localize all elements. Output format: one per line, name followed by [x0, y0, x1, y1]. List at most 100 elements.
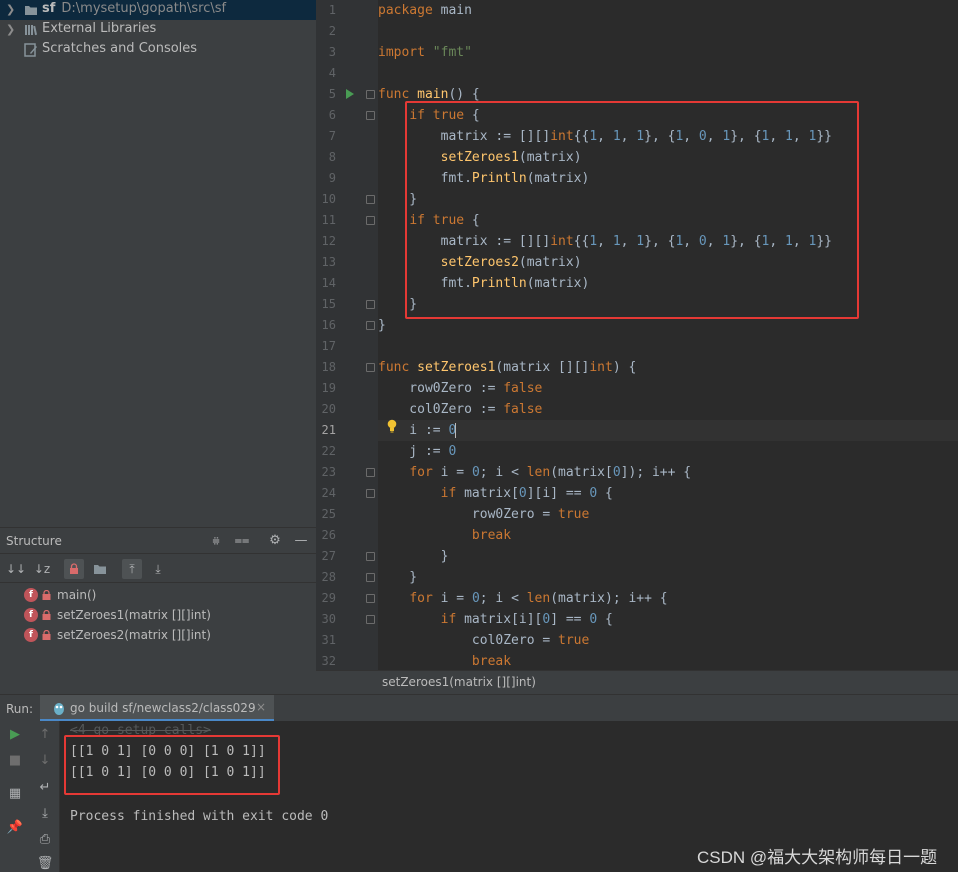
code-line[interactable]: if matrix[0][i] == 0 { [378, 483, 958, 504]
fold-icon[interactable] [366, 489, 375, 498]
soft-wrap-icon[interactable]: ↵ [36, 779, 54, 797]
layout-icon[interactable]: ▦ [6, 785, 24, 803]
code-line[interactable]: matrix := [][]int{{1, 1, 1}, {1, 0, 1}, … [378, 126, 958, 147]
code-line[interactable]: func setZeroes1(matrix [][]int) { [378, 357, 958, 378]
lock-icon [42, 630, 51, 640]
code-line[interactable]: setZeroes1(matrix) [378, 147, 958, 168]
code-line[interactable]: setZeroes2(matrix) [378, 252, 958, 273]
structure-toolbar: ↓↓ ↓z ⤒ ⤓ [0, 555, 316, 583]
show-fields-icon[interactable] [90, 559, 110, 579]
fold-icon[interactable] [366, 573, 375, 582]
code-line[interactable]: row0Zero := false [378, 378, 958, 399]
external-libraries-label: External Libraries [42, 21, 157, 36]
code-line[interactable] [378, 63, 958, 84]
close-icon[interactable]: × [256, 700, 266, 714]
minimize-icon[interactable]: — [292, 532, 310, 550]
chevron-right-icon[interactable]: ❯ [6, 24, 16, 36]
code-line[interactable]: import "fmt" [378, 42, 958, 63]
fold-icon[interactable] [366, 594, 375, 603]
external-libraries-row[interactable]: ❯ External Libraries [0, 20, 316, 40]
structure-item-setzeroes2[interactable]: f setZeroes2(matrix [][]int) [24, 625, 211, 645]
fold-icon[interactable] [366, 321, 375, 330]
fold-icon[interactable] [366, 363, 375, 372]
gear-icon[interactable]: ⚙ [266, 532, 284, 550]
run-tab[interactable]: go build sf/newclass2/class029 × [40, 695, 274, 721]
line-number: 1 [328, 3, 336, 17]
code-line[interactable] [378, 336, 958, 357]
fold-icon[interactable] [366, 468, 375, 477]
collapse-all-icon[interactable]: ⩵ [233, 532, 251, 550]
code-line[interactable]: if true { [378, 105, 958, 126]
code-line[interactable]: col0Zero = true [378, 630, 958, 651]
project-root-row[interactable]: ❯ sf D:\mysetup\gopath\src\sf [0, 0, 316, 20]
line-number: 2 [328, 24, 336, 38]
code-line[interactable]: for i = 0; i < len(matrix[0]); i++ { [378, 462, 958, 483]
line-number: 19 [321, 381, 336, 395]
watermark: CSDN @福大大架构师每日一题 [697, 848, 938, 867]
autoscroll-from-source-icon[interactable]: ⤓ [148, 559, 168, 579]
line-number: 29 [321, 591, 336, 605]
lightbulb-icon[interactable] [387, 419, 397, 433]
pin-icon[interactable]: 📌 [6, 819, 24, 837]
line-number: 4 [328, 66, 336, 80]
fold-icon[interactable] [366, 552, 375, 561]
code-line[interactable]: break [378, 651, 958, 670]
code-line[interactable]: row0Zero = true [378, 504, 958, 525]
code-line[interactable]: } [378, 567, 958, 588]
line-number: 25 [321, 507, 336, 521]
code-line[interactable]: if matrix[i][0] == 0 { [378, 609, 958, 630]
scroll-to-end-icon[interactable]: ⤓ [36, 805, 54, 823]
code-line[interactable]: } [378, 189, 958, 210]
code-line[interactable] [378, 21, 958, 42]
fold-icon[interactable] [366, 111, 375, 120]
fold-icon[interactable] [366, 90, 375, 99]
chevron-right-icon[interactable]: ❯ [6, 4, 16, 16]
scratches-row[interactable]: Scratches and Consoles [0, 40, 316, 60]
expand-all-icon[interactable]: ⩷ [207, 532, 225, 550]
sort-alphabetically-icon[interactable]: ↓z [32, 559, 52, 579]
fold-icon[interactable] [366, 615, 375, 624]
fold-icon[interactable] [366, 195, 375, 204]
scratches-label: Scratches and Consoles [42, 41, 198, 56]
code-line[interactable]: j := 0 [378, 441, 958, 462]
code-line[interactable]: } [378, 546, 958, 567]
code-line[interactable]: col0Zero := false [378, 399, 958, 420]
line-number: 17 [321, 339, 336, 353]
code-line[interactable]: matrix := [][]int{{1, 1, 1}, {1, 0, 1}, … [378, 231, 958, 252]
fold-icon[interactable] [366, 300, 375, 309]
code-line[interactable]: fmt.Println(matrix) [378, 273, 958, 294]
arrow-up-icon[interactable]: ↑ [36, 726, 54, 744]
code-line[interactable]: if true { [378, 210, 958, 231]
arrow-down-icon[interactable]: ↓ [36, 752, 54, 770]
code-line-current[interactable]: i := 0 [378, 420, 958, 441]
code-line[interactable]: break [378, 525, 958, 546]
run-icon[interactable] [346, 89, 354, 99]
breadcrumb[interactable]: setZeroes1(matrix [][]int) [382, 675, 536, 689]
line-number: 18 [321, 360, 336, 374]
print-icon[interactable]: ⎙ [36, 831, 54, 849]
code-line[interactable]: func main() { [378, 84, 958, 105]
trash-icon[interactable]: 🗑 [36, 855, 54, 872]
structure-item-label: setZeroes2(matrix [][]int) [57, 628, 211, 642]
show-non-public-icon[interactable] [64, 559, 84, 579]
code-editor[interactable]: 1 2 3 4 5 6 7 8 9 10 11 12 13 14 15 16 1… [316, 0, 958, 670]
line-number-current: 21 [321, 423, 336, 437]
console-output-line: [[1 0 1] [0 0 0] [1 0 1]] [70, 744, 266, 759]
structure-item-setzeroes1[interactable]: f setZeroes1(matrix [][]int) [24, 605, 211, 625]
stop-icon[interactable]: ■ [6, 752, 24, 770]
code-line[interactable]: package main [378, 0, 958, 21]
folder-icon [25, 6, 37, 15]
code-line[interactable]: } [378, 315, 958, 336]
rerun-icon[interactable]: ▶ [6, 726, 24, 744]
structure-item-main[interactable]: f main() [24, 585, 96, 605]
code-line[interactable]: for i = 0; i < len(matrix); i++ { [378, 588, 958, 609]
fold-icon[interactable] [366, 216, 375, 225]
code-line[interactable]: } [378, 294, 958, 315]
code-line[interactable]: fmt.Println(matrix) [378, 168, 958, 189]
line-number: 8 [328, 150, 336, 164]
line-number: 16 [321, 318, 336, 332]
sort-by-visibility-icon[interactable]: ↓↓ [6, 559, 26, 579]
function-icon: f [24, 628, 38, 642]
function-icon: f [24, 608, 38, 622]
autoscroll-to-source-icon[interactable]: ⤒ [122, 559, 142, 579]
